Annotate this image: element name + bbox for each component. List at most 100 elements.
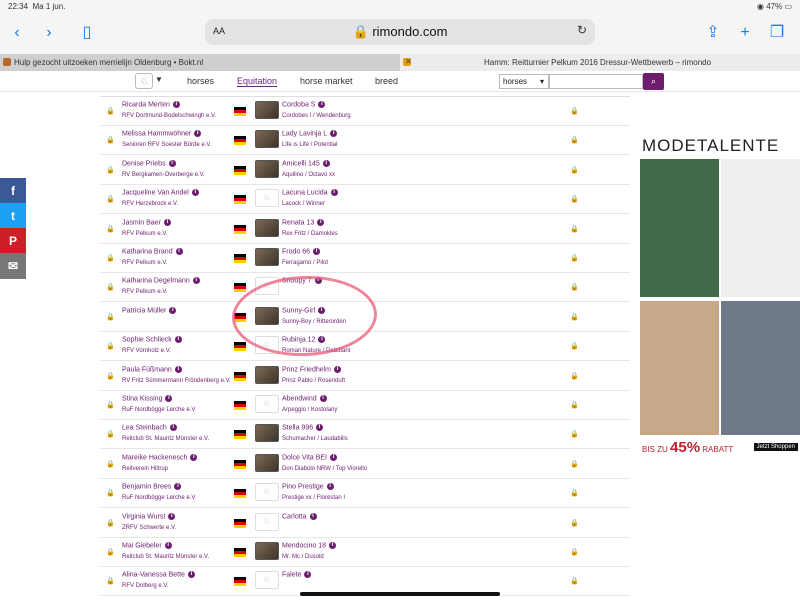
rider-name[interactable]: Katharina Degelmann i	[122, 277, 200, 285]
horse-pedigree[interactable]: Prinz Pablo / Rosenduft	[282, 378, 345, 384]
ad-shop-button[interactable]: Jetzt Shoppen	[753, 443, 798, 451]
info-icon[interactable]: i	[175, 248, 183, 255]
horse-name[interactable]: Lady Lavinja Li	[282, 130, 338, 138]
rider-name[interactable]: Patricia Müller i	[122, 306, 177, 314]
new-tab-icon[interactable]: +	[736, 24, 754, 42]
rimondo-logo-icon[interactable]: ♘	[135, 73, 153, 89]
info-icon[interactable]: i	[174, 365, 182, 373]
horse-pedigree[interactable]: Prestige xx / Florestan I	[282, 495, 345, 501]
rider-name[interactable]: Benjamin Brees i	[122, 483, 182, 491]
rider-club[interactable]: ZRFV Schwerte e.V.	[122, 525, 176, 531]
info-icon[interactable]: i	[164, 542, 172, 549]
info-icon[interactable]: i	[169, 424, 177, 432]
rider-club[interactable]: Reitclub St. Mauritz Münster e.V.	[122, 436, 209, 442]
horse-thumbnail[interactable]	[255, 101, 279, 119]
horse-thumbnail[interactable]	[255, 424, 279, 443]
info-icon[interactable]: i	[330, 189, 338, 197]
address-bar[interactable]: AA 🔒 rimondo.com ↻	[205, 19, 595, 45]
rider-club[interactable]: RFV Pelkum e.V.	[122, 289, 167, 295]
nav-breed[interactable]: breed	[375, 76, 398, 86]
horse-thumbnail[interactable]	[255, 248, 279, 266]
horse-name[interactable]: Frodo 66 i	[282, 248, 321, 255]
rider-name[interactable]: Katharina Brand i	[122, 248, 183, 255]
horse-name[interactable]: Lacuna Lucida i	[282, 189, 338, 197]
horse-name[interactable]: Carlotta i	[282, 512, 317, 520]
horse-thumbnail[interactable]: ♘	[255, 395, 279, 413]
rider-name[interactable]: Denise Priebs i	[122, 159, 176, 167]
horse-name[interactable]: Falete i	[282, 571, 312, 579]
info-icon[interactable]: i	[316, 424, 324, 432]
info-icon[interactable]: i	[187, 571, 195, 579]
horse-pedigree[interactable]: Mr. Mc / Dusold	[282, 554, 324, 560]
info-icon[interactable]: i	[304, 571, 312, 579]
info-icon[interactable]: i	[317, 218, 325, 226]
info-icon[interactable]: i	[328, 542, 336, 549]
horse-name[interactable]: Stella 996 i	[282, 424, 324, 432]
search-input[interactable]	[549, 74, 643, 89]
info-icon[interactable]: i	[168, 512, 176, 520]
rider-club[interactable]: RFV Herzebrock e.V.	[122, 201, 178, 207]
info-icon[interactable]: i	[309, 512, 317, 520]
info-icon[interactable]: i	[191, 189, 199, 197]
rider-name[interactable]: Melissa Hammwöhner i	[122, 130, 202, 138]
horse-pedigree[interactable]: Rex Fritz / Damokles	[282, 231, 338, 237]
rider-club[interactable]: RFV Vornholz e.V.	[122, 348, 171, 354]
search-category-select[interactable]: horses ▾	[499, 74, 549, 89]
rider-club[interactable]: RV Fritz Sümmermann Fröndenberg e.V.	[122, 378, 231, 384]
close-tab-icon[interactable]: ✕	[405, 57, 412, 66]
nav-equitation[interactable]: Equitation	[237, 76, 278, 87]
facebook-icon[interactable]: f	[0, 178, 26, 204]
rider-club[interactable]: Reitclub St. Mauritz Münster e.V.	[122, 554, 209, 560]
rider-name[interactable]: Ricarda Merten i	[122, 101, 180, 108]
rider-name[interactable]: Paula Füßmann i	[122, 365, 182, 373]
rider-name[interactable]: Mareike Hackenesch i	[122, 453, 198, 461]
horse-pedigree[interactable]: Arpeggio / Kostolany	[282, 407, 337, 413]
horse-thumbnail[interactable]: ♘	[255, 571, 279, 590]
horse-name[interactable]: Dolce Vita BEI i	[282, 453, 338, 461]
pinterest-icon[interactable]: P	[0, 228, 26, 254]
horse-pedigree[interactable]: Cordobes I / Wendenburg	[282, 113, 351, 119]
forward-icon[interactable]: ›	[40, 24, 58, 42]
info-icon[interactable]: i	[319, 395, 327, 402]
rider-club[interactable]: RV Bergkamen-Overberge e.V.	[122, 172, 205, 178]
rider-club[interactable]: Reitverein Hiltrup	[122, 466, 168, 472]
rider-name[interactable]: Stina Kissing i	[122, 395, 173, 402]
info-icon[interactable]: i	[174, 483, 182, 491]
back-icon[interactable]: ‹	[8, 24, 26, 42]
rider-name[interactable]: Jasmin Baer i	[122, 218, 171, 226]
info-icon[interactable]: i	[326, 483, 334, 491]
rider-name[interactable]: Jacqueline Van Andel i	[122, 189, 199, 197]
rider-club[interactable]: RFV Pelkum e.V.	[122, 231, 167, 237]
horse-name[interactable]: Prinz Friedhelm i	[282, 365, 342, 373]
horse-pedigree[interactable]: Don Diabolo NRW / Top Viorello	[282, 466, 367, 472]
horse-name[interactable]: Renata 13 i	[282, 218, 325, 226]
tab-bokt[interactable]: Hulp gezocht uitzoeken merrielijn Oldenb…	[0, 54, 400, 71]
horse-name[interactable]: Abendwind i	[282, 395, 327, 402]
info-icon[interactable]: i	[163, 218, 171, 226]
horse-pedigree[interactable]: Aquilino / Octavo xx	[282, 172, 335, 178]
info-icon[interactable]: i	[165, 395, 173, 402]
nav-horse-market[interactable]: horse market	[300, 76, 353, 86]
rider-name[interactable]: Alina-Vanessa Bette i	[122, 571, 195, 579]
rider-club[interactable]: RuF Nordbögge Lerche e.V	[122, 495, 195, 501]
info-icon[interactable]: i	[192, 277, 200, 285]
info-icon[interactable]: i	[330, 130, 338, 138]
horse-pedigree[interactable]: Life is Life / Potential	[282, 142, 337, 148]
mail-icon[interactable]: ✉	[0, 253, 26, 279]
advertisement[interactable]: MODETALENTE BIS ZU 45% RABATT Jetzt Shop…	[640, 133, 800, 453]
rider-club[interactable]: RFV Pelkum e.V.	[122, 260, 167, 266]
bookmarks-icon[interactable]: ▯	[78, 24, 96, 42]
horse-thumbnail[interactable]	[255, 453, 279, 472]
horse-thumbnail[interactable]: ♘	[255, 512, 279, 531]
horse-name[interactable]: Pino Prestige i	[282, 483, 334, 491]
rider-name[interactable]: Lea Steinbach i	[122, 424, 177, 432]
info-icon[interactable]: i	[190, 453, 198, 461]
twitter-icon[interactable]: t	[0, 203, 26, 229]
horse-name[interactable]: Amicelli 145 i	[282, 159, 330, 167]
horse-thumbnail[interactable]	[255, 218, 279, 237]
rider-club[interactable]: RFV Dolberg e.V.	[122, 583, 168, 589]
horse-pedigree[interactable]: Schumacher / Laudabilis	[282, 436, 348, 442]
tab-rimondo[interactable]: Hamm: Reitturnier Pelkum 2016 Dressur-We…	[400, 54, 800, 71]
horse-pedigree[interactable]: Lacock / Winner	[282, 201, 325, 207]
info-icon[interactable]: i	[318, 101, 326, 108]
